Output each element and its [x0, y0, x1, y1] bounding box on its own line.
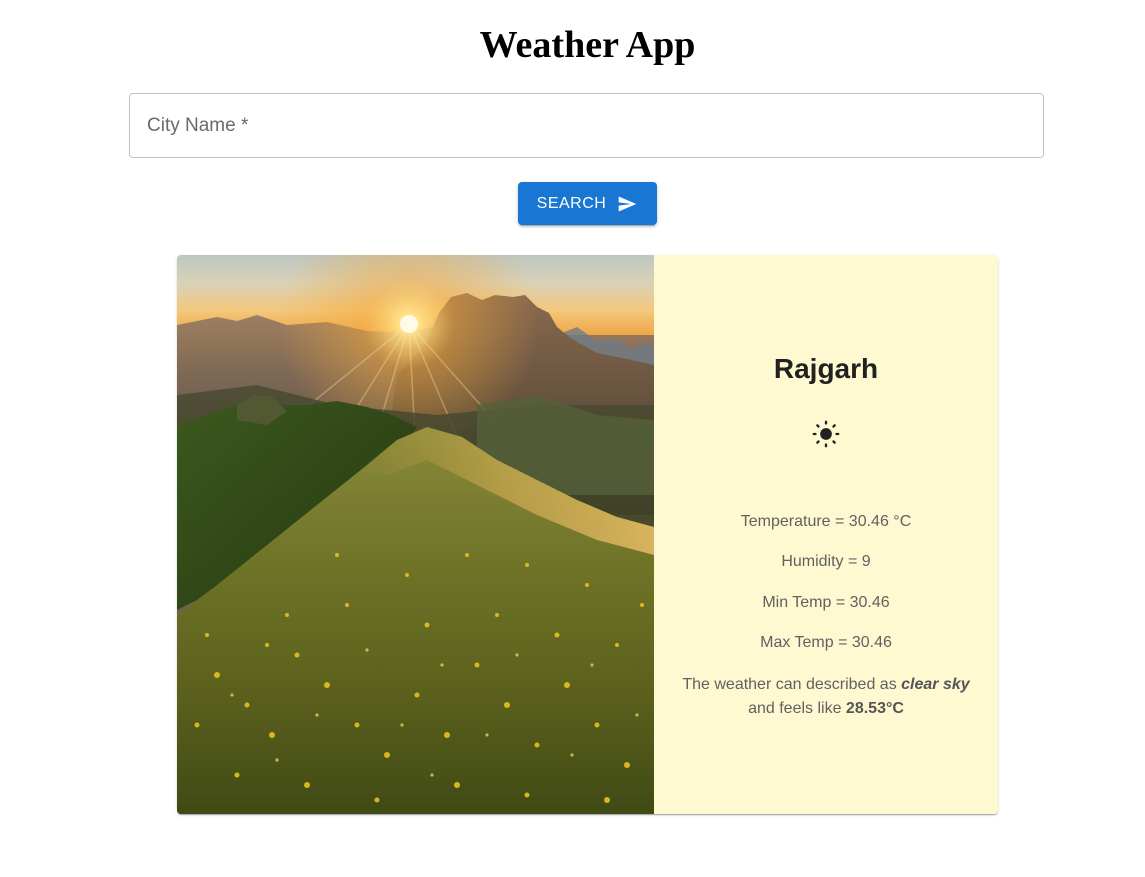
temperature-text: Temperature = 30.46 °C	[740, 513, 912, 530]
send-icon	[619, 196, 637, 211]
search-button-label: SEARCH	[536, 194, 607, 212]
page-title: Weather App	[479, 24, 696, 66]
city-name: Rajgarh	[773, 353, 879, 384]
humidity-text: Humidity = 9	[781, 553, 871, 570]
weather-app-page: Weather App City Name * SEARCH Rajgarh T…	[0, 0, 1145, 877]
description-value: clear sky	[901, 676, 970, 693]
description-prefix: The weather can described as	[682, 676, 897, 693]
mountain-sunrise-image	[177, 255, 654, 814]
sun-icon	[812, 420, 840, 448]
weather-description: The weather can described as clear sky a…	[664, 673, 988, 721]
min-temp-text: Min Temp = 30.46	[762, 594, 890, 611]
weather-card-image	[177, 255, 654, 814]
weather-info-panel: Rajgarh Temperature = 30.46 °C Humidity …	[654, 255, 998, 814]
search-button[interactable]: SEARCH	[518, 182, 657, 225]
city-name-field[interactable]: City Name *	[129, 93, 1044, 158]
feels-like-value: 28.53°C	[845, 700, 904, 717]
city-name-input[interactable]	[130, 94, 1043, 157]
max-temp-text: Max Temp = 30.46	[760, 634, 892, 651]
feels-like-prefix: and feels like	[748, 700, 842, 717]
weather-card: Rajgarh Temperature = 30.46 °C Humidity …	[177, 255, 998, 814]
